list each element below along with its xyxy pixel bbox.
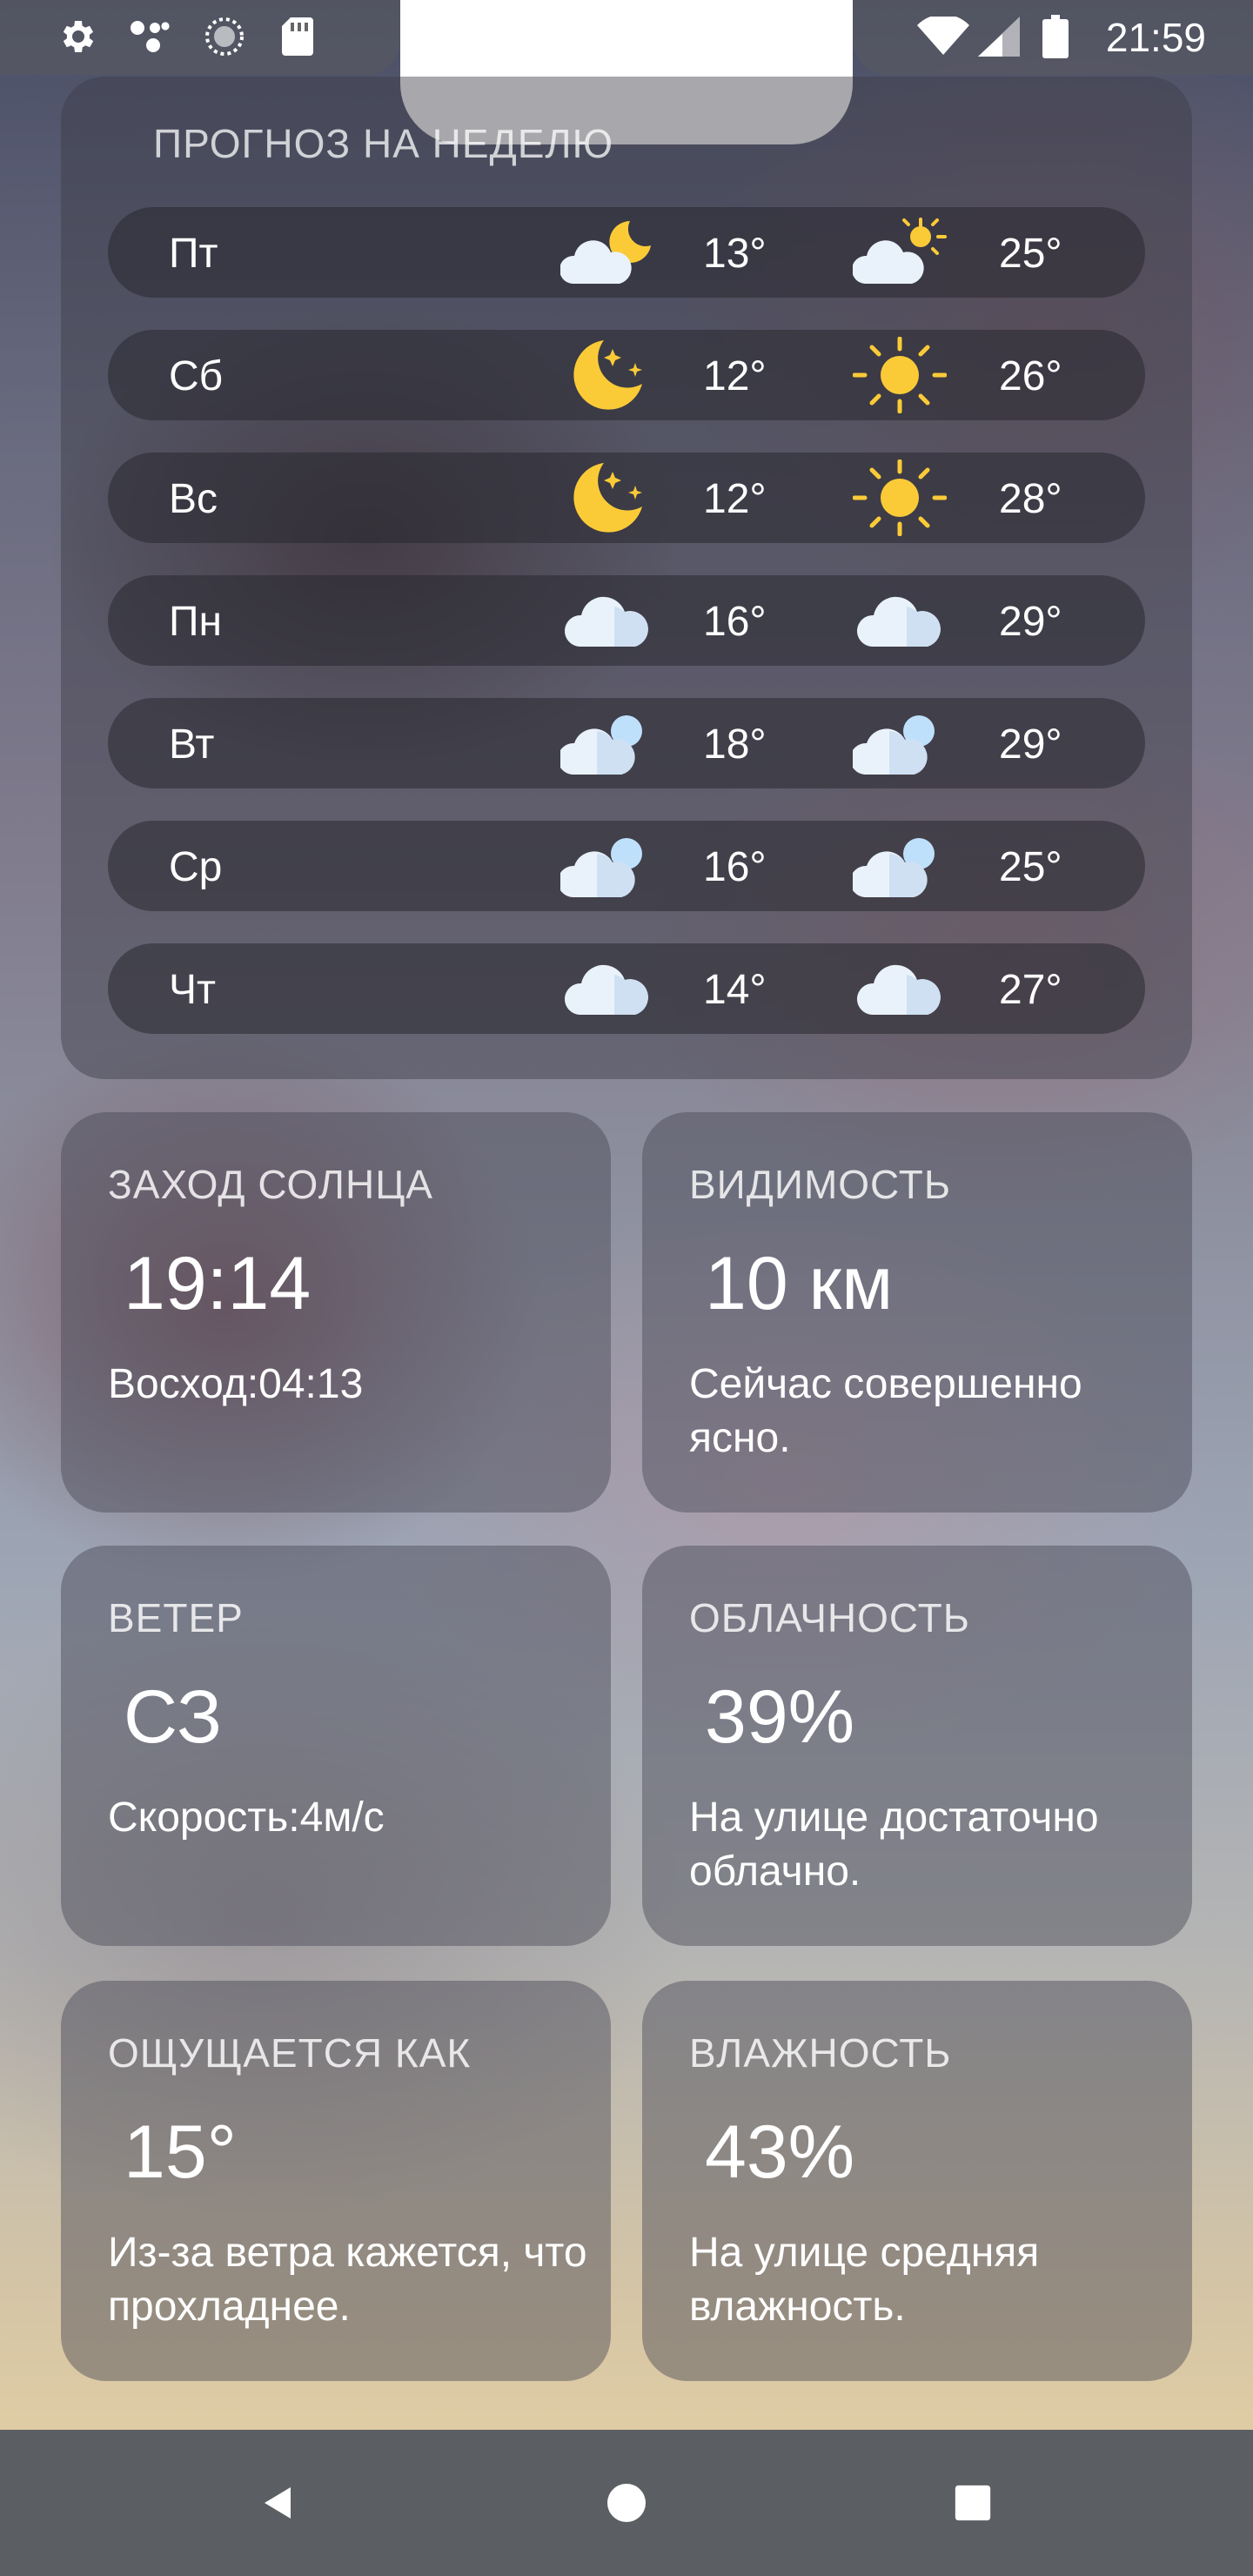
forecast-row: Ср 16° 25° <box>108 821 1145 911</box>
forecast-day-temp: 28° <box>999 476 1062 522</box>
wind-value: СЗ <box>124 1675 223 1759</box>
clouds-icon <box>849 828 947 904</box>
visibility-label: ВИДИМОСТЬ <box>689 1162 952 1207</box>
wind-card: ВЕТЕР СЗ Скорость:4м/с <box>61 1546 611 1946</box>
status-time: 21:59 <box>1105 15 1206 60</box>
forecast-night-temp: 13° <box>703 231 767 277</box>
forecast-day-name: Пт <box>169 231 218 277</box>
forecast-day-name: Вс <box>169 476 218 522</box>
status-bar: 21:59 <box>0 0 1253 144</box>
back-icon[interactable] <box>240 2465 317 2541</box>
forecast-row: Вс 12° 28° <box>108 453 1145 543</box>
sun-icon <box>852 459 948 537</box>
moon-stars-icon <box>560 460 654 536</box>
assistant-icon <box>127 16 176 57</box>
forecast-night-temp: 12° <box>703 353 767 399</box>
humidity-label: ВЛАЖНОСТЬ <box>689 2030 952 2076</box>
sd-card-icon <box>277 16 318 57</box>
forecast-day-temp: 27° <box>999 967 1062 1013</box>
forecast-day-temp: 25° <box>999 231 1062 277</box>
forecast-night-temp: 18° <box>703 721 767 768</box>
feels-like-desc: Из-за ветра кажется, что прохладнее. <box>108 2230 587 2330</box>
sunrise-text: Восход:04:13 <box>108 1361 364 1407</box>
cellular-icon <box>976 16 1022 57</box>
sync-icon <box>202 16 247 57</box>
cloudiness-value: 39% <box>705 1675 855 1759</box>
moon-stars-icon <box>560 337 654 413</box>
navigation-bar <box>0 2430 1253 2576</box>
cloud-icon <box>853 950 947 1027</box>
forecast-day-name: Вт <box>169 721 215 768</box>
forecast-day-temp: 29° <box>999 599 1062 645</box>
cloud-icon <box>853 582 947 659</box>
settings-icon <box>54 16 99 57</box>
humidity-value: 43% <box>705 2110 855 2194</box>
wind-speed: Скорость:4м/с <box>108 1794 385 1841</box>
forecast-night-temp: 12° <box>703 476 767 522</box>
feels-like-label: ОЩУЩАЕТСЯ КАК <box>108 2030 472 2076</box>
feels-like-value: 15° <box>124 2110 238 2194</box>
cloud-sun-icon <box>851 214 947 291</box>
clouds-icon <box>557 828 654 904</box>
weekly-forecast-card: ПРОГНОЗ НА НЕДЕЛЮ Пт 13° 25° Сб 12° 26° Вс 12° 2… <box>61 77 1192 1079</box>
feels-like-card: ОЩУЩАЕТСЯ КАК 15° Из-за ветра кажется, ч… <box>61 1981 611 2381</box>
sun-icon <box>852 336 948 414</box>
cloud-moon-icon <box>559 214 654 291</box>
battery-icon <box>1041 15 1070 58</box>
forecast-night-temp: 16° <box>703 599 767 645</box>
wifi-icon <box>915 16 971 57</box>
forecast-night-temp: 16° <box>703 844 767 890</box>
sunset-card: ЗАХОД СОЛНЦА 19:14 Восход:04:13 <box>61 1112 611 1513</box>
forecast-day-temp: 26° <box>999 353 1062 399</box>
recents-icon[interactable] <box>935 2465 1011 2541</box>
visibility-value: 10 км <box>705 1242 894 1325</box>
cloud-icon <box>560 582 654 659</box>
forecast-row: Пт 13° 25° <box>108 207 1145 298</box>
visibility-card: ВИДИМОСТЬ 10 км Сейчас совершенно ясно. <box>642 1112 1192 1513</box>
forecast-day-temp: 25° <box>999 844 1062 890</box>
cloud-icon <box>560 950 654 1027</box>
wind-label: ВЕТЕР <box>108 1595 244 1640</box>
humidity-card: ВЛАЖНОСТЬ 43% На улице средняя влажность… <box>642 1981 1192 2381</box>
cloudiness-label: ОБЛАЧНОСТЬ <box>689 1595 970 1640</box>
forecast-day-name: Сб <box>169 353 224 399</box>
clouds-icon <box>849 705 947 782</box>
humidity-desc: На улице средняя влажность. <box>689 2230 1040 2330</box>
cloudiness-desc: На улице достаточно облачно. <box>689 1794 1099 1895</box>
forecast-day-name: Пн <box>169 599 223 645</box>
cloudiness-card: ОБЛАЧНОСТЬ 39% На улице достаточно облач… <box>642 1546 1192 1946</box>
forecast-day-name: Чт <box>169 967 216 1013</box>
forecast-night-temp: 14° <box>703 967 767 1013</box>
sunset-label: ЗАХОД СОЛНЦА <box>108 1162 433 1207</box>
forecast-row: Сб 12° 26° <box>108 330 1145 420</box>
forecast-row: Чт 14° 27° <box>108 943 1145 1034</box>
forecast-day-temp: 29° <box>999 721 1062 768</box>
visibility-desc: Сейчас совершенно ясно. <box>689 1361 1082 1461</box>
forecast-day-name: Ср <box>169 844 223 890</box>
home-icon[interactable] <box>588 2465 665 2541</box>
weekly-forecast-title: ПРОГНОЗ НА НЕДЕЛЮ <box>153 121 614 166</box>
forecast-row: Пн 16° 29° <box>108 575 1145 666</box>
forecast-row: Вт 18° 29° <box>108 698 1145 788</box>
sunset-value: 19:14 <box>124 1242 312 1325</box>
clouds-icon <box>557 705 654 782</box>
